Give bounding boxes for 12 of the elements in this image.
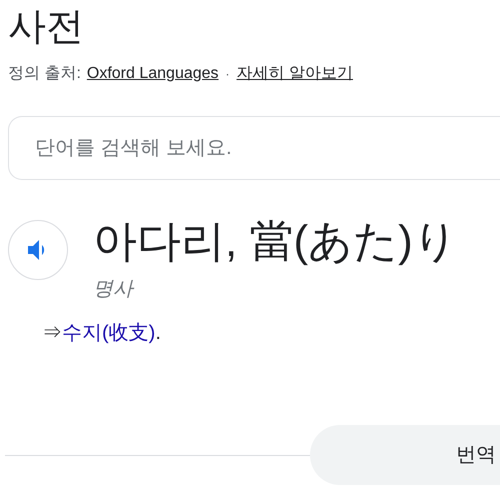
page-title: 사전 bbox=[8, 5, 84, 50]
source-link[interactable]: Oxford Languages bbox=[86, 62, 219, 86]
headword: 아다리, 當(あた)り bbox=[93, 216, 458, 268]
search-field[interactable]: 단어를 검색해 보세요. bbox=[8, 116, 500, 180]
learn-more-link[interactable]: 자세히 알아보기 bbox=[236, 62, 353, 86]
separator: · bbox=[224, 66, 231, 83]
speaker-button[interactable] bbox=[8, 220, 68, 280]
source-label: 정의 출처: bbox=[8, 64, 81, 84]
definition-link[interactable]: 수지(收支) bbox=[62, 322, 156, 344]
translate-button[interactable]: 번역 bbox=[310, 425, 500, 485]
part-of-speech: 명사 bbox=[93, 277, 136, 302]
definition-text: ⇒수지(收支). bbox=[42, 322, 161, 344]
